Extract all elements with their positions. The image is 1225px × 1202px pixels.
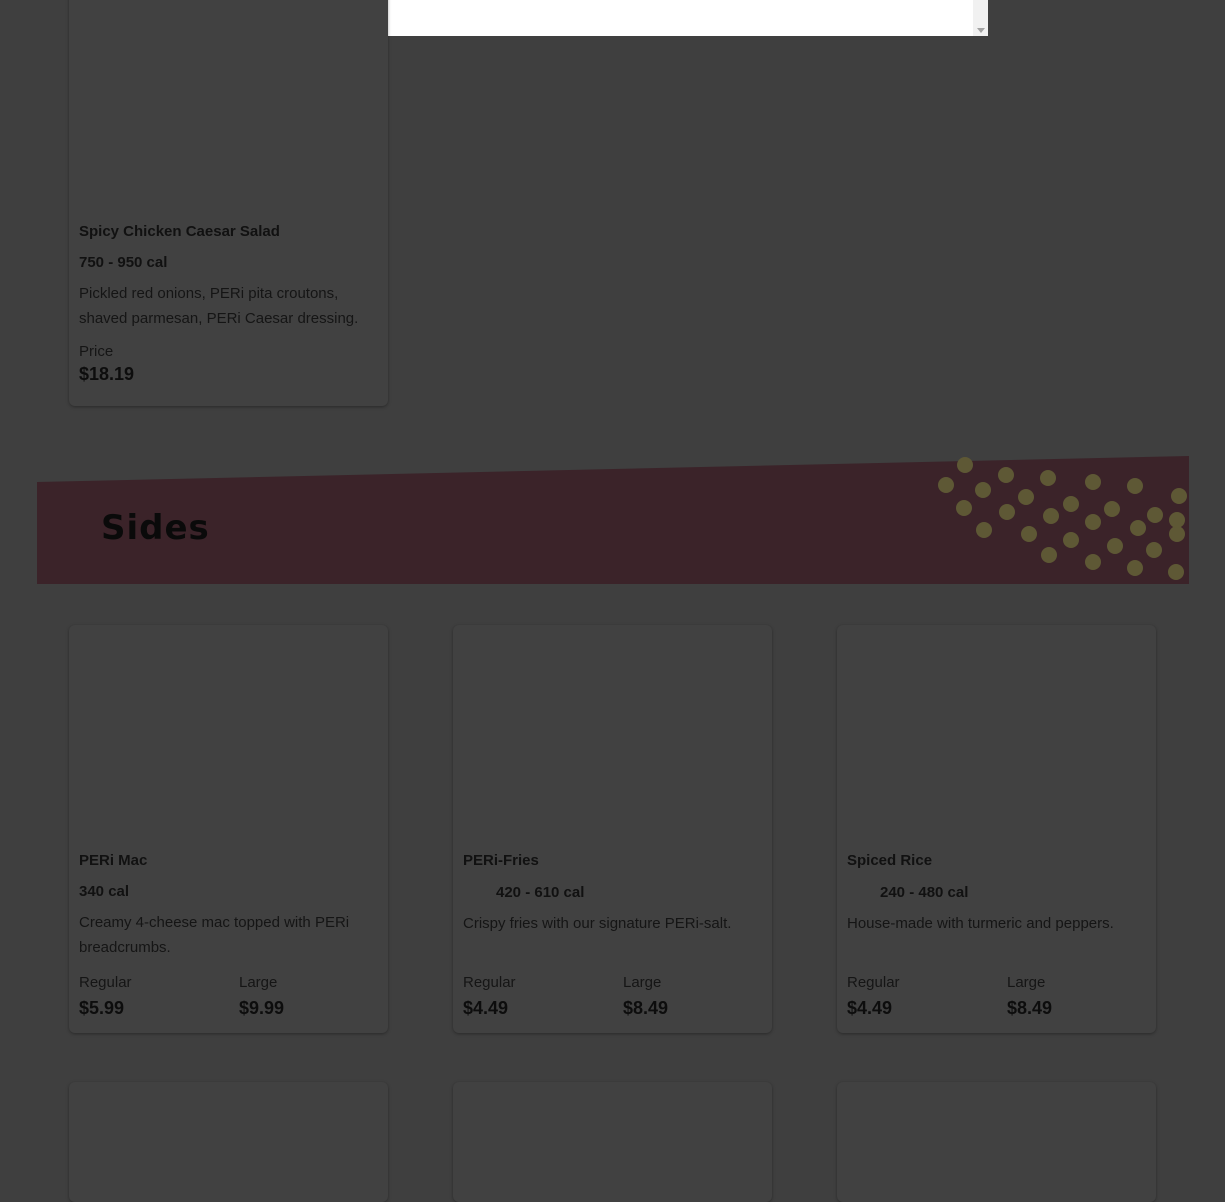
dot-icon <box>1107 538 1123 554</box>
dot-icon <box>957 457 973 473</box>
dot-icon <box>1063 532 1079 548</box>
item-name: Spiced Rice <box>847 852 933 869</box>
item-description: House-made with turmeric and peppers. <box>847 915 1114 932</box>
dot-icon <box>1085 554 1101 570</box>
dot-icon <box>1040 470 1056 486</box>
price-large: Large $9.99 <box>239 974 284 1021</box>
price-label: Large <box>239 974 278 991</box>
dot-icon <box>998 467 1014 483</box>
item-name: PERi-Fries <box>463 852 539 869</box>
item-calories: 750 - 950 cal <box>79 254 168 271</box>
price-label: Regular <box>79 974 132 991</box>
menu-item-card[interactable] <box>69 1082 388 1202</box>
item-description: Crispy fries with our signature PERi-sal… <box>463 915 732 932</box>
price-value: $4.49 <box>463 998 509 1018</box>
dot-icon <box>1168 564 1184 580</box>
price-value: $4.49 <box>847 998 893 1018</box>
dot-icon <box>1169 512 1185 528</box>
dot-icon <box>1171 488 1187 504</box>
menu-item-card[interactable]: Spiced Rice 240 - 480 cal House-made wit… <box>837 625 1156 1033</box>
dot-icon <box>938 477 954 493</box>
price-label: Regular <box>463 974 516 991</box>
dot-icon <box>1085 514 1101 530</box>
dot-icon <box>1130 520 1146 536</box>
menu-item-card[interactable] <box>453 1082 772 1202</box>
item-description: Pickled red onions, PERi pita croutons, … <box>79 285 359 327</box>
dot-icon <box>1147 507 1163 523</box>
dot-icon <box>1043 508 1059 524</box>
price-value: $9.99 <box>239 998 285 1018</box>
dot-icon <box>1021 526 1037 542</box>
price-regular: Regular $4.49 <box>847 974 900 1021</box>
menu-item-card[interactable] <box>837 1082 1156 1202</box>
dot-icon <box>1169 526 1185 542</box>
menu-item-card[interactable]: PERi Mac 340 cal Creamy 4-cheese mac top… <box>69 625 388 1033</box>
dot-icon <box>976 522 992 538</box>
price-label: Large <box>623 974 662 991</box>
price-regular: Regular $5.99 <box>79 974 132 1021</box>
price-large: Large $8.49 <box>623 974 668 1021</box>
dot-icon <box>1127 478 1143 494</box>
scroll-down-arrow-icon[interactable] <box>977 28 985 33</box>
price-value: $5.99 <box>79 998 125 1018</box>
banner-shape <box>37 456 1189 584</box>
menu-item-card[interactable]: PERi-Fries 420 - 610 cal Crispy fries wi… <box>453 625 772 1033</box>
price-value: $18.19 <box>79 364 135 384</box>
item-calories: 340 cal <box>79 883 130 900</box>
dot-icon <box>999 504 1015 520</box>
price-value: $8.49 <box>623 998 669 1018</box>
item-calories: 240 - 480 cal <box>880 884 969 901</box>
dot-icon <box>1018 489 1034 505</box>
dot-icon <box>975 482 991 498</box>
price-large: Large $8.49 <box>1007 974 1052 1021</box>
item-description: Creamy 4-cheese mac topped with PERi bre… <box>79 914 350 956</box>
dot-icon <box>1063 496 1079 512</box>
price-label: Large <box>1007 974 1046 991</box>
dot-icon <box>1127 560 1143 576</box>
dot-icon <box>956 500 972 516</box>
section-title: Sides <box>101 508 210 548</box>
item-name: PERi Mac <box>79 852 148 869</box>
menu-item-card[interactable]: Spicy Chicken Caesar Salad 750 - 950 cal… <box>69 0 388 406</box>
section-banner: Sides <box>37 456 1189 584</box>
dot-icon <box>1041 547 1057 563</box>
price-regular: Regular $4.49 <box>463 974 516 1021</box>
price-label: Regular <box>847 974 900 991</box>
dot-icon <box>1085 474 1101 490</box>
modal-scrollbar[interactable] <box>973 0 988 36</box>
price-label: Price <box>79 343 114 360</box>
dot-icon <box>1146 542 1162 558</box>
price-value: $8.49 <box>1007 998 1053 1018</box>
dot-icon <box>1104 501 1120 517</box>
item-name: Spicy Chicken Caesar Salad <box>79 223 280 240</box>
item-calories: 420 - 610 cal <box>496 884 585 901</box>
